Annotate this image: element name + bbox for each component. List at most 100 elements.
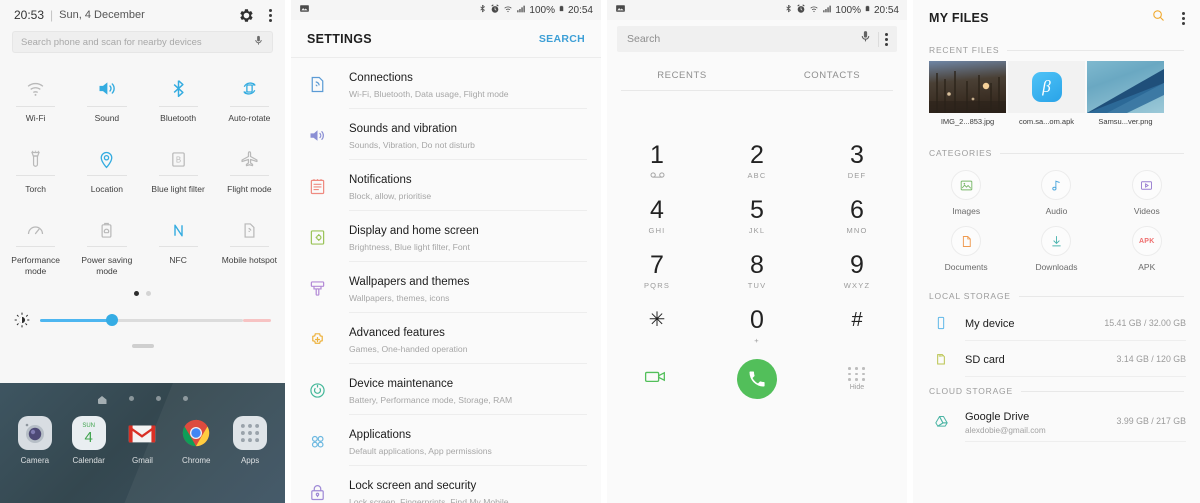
slider-knob[interactable] [105,314,118,326]
microphone-icon[interactable] [859,30,872,48]
recent-file-1[interactable]: β com.sa...om.apk [1008,61,1085,131]
alarm-icon [796,3,806,17]
quick-toggle-flight-mode[interactable]: Flight mode [214,136,285,195]
home-screen: Camera SUN 4 Calendar Gmail Chrome Apps [0,383,285,503]
search-placeholder: Search phone and scan for nearby devices [21,36,202,48]
phone-icon [933,315,955,331]
quick-toggle-grid: Wi-Fi Sound Bluetooth Auto-rotate Torch … [0,67,285,277]
quick-toggle-mobile-hotspot[interactable]: Mobile hotspot [214,207,285,277]
quick-toggle-power-saving-mode[interactable]: Power saving mode [71,207,142,277]
category-documents[interactable]: Documents [921,220,1011,276]
drag-handle[interactable] [131,344,154,348]
quick-toggle-row: Wi-Fi Sound Bluetooth Auto-rotate [0,67,285,124]
documents-icon [951,226,982,256]
quick-toggle-torch[interactable]: Torch [0,136,71,195]
quick-toggle-label: NFC [169,255,187,265]
settings-item-display-and-home-screen[interactable]: Display and home screen Brightness, Blue… [291,211,601,262]
video-call-button[interactable] [607,368,707,390]
key-0[interactable]: 0 + [707,298,807,353]
dialer-search-input[interactable]: Search [617,26,897,52]
dock-item-apps[interactable]: Apps [225,416,275,465]
brightness-slider-row[interactable] [0,312,285,328]
paintbrush-icon [307,274,337,302]
call-button[interactable] [707,359,807,399]
quick-toggle-auto-rotate[interactable]: Auto-rotate [214,67,285,124]
dock-item-chrome[interactable]: Chrome [171,416,221,465]
quick-settings-page-dots[interactable] [0,291,285,296]
brightness-slider[interactable] [40,312,271,328]
storage-item-google-drive[interactable]: Google Drive alexdobie@gmail.com 3.99 GB… [913,400,1200,442]
key-4[interactable]: 4 GHI [607,188,707,243]
bluetooth-icon [168,73,189,103]
category-downloads[interactable]: Downloads [1011,220,1101,276]
category-videos[interactable]: Videos [1102,164,1192,220]
key-hash[interactable]: # [807,298,907,353]
settings-item-notifications[interactable]: Notifications Block, allow, prioritise [291,160,601,211]
settings-panel: 100% 20:54 SETTINGS SEARCH Connections W… [291,0,601,503]
home-page-indicator[interactable] [0,383,285,404]
key-5[interactable]: 5 JKL [707,188,807,243]
recent-file-0[interactable]: IMG_2...853.jpg [929,61,1006,131]
quick-toggle-sound[interactable]: Sound [71,67,142,124]
status-bar: 100% 20:54 [607,0,907,20]
category-audio[interactable]: Audio [1011,164,1101,220]
settings-item-wallpapers-and-themes[interactable]: Wallpapers and themes Wallpapers, themes… [291,262,601,313]
search-input[interactable]: Search phone and scan for nearby devices [12,31,273,53]
category-apk[interactable]: APK APK [1102,220,1192,276]
dock-item-calendar[interactable]: SUN 4 Calendar [64,416,114,465]
storage-value: 3.14 GB / 120 GB [1116,354,1186,364]
key-letters: WXYZ [843,281,871,290]
settings-item-device-maintenance[interactable]: Device maintenance Battery, Performance … [291,364,601,415]
key-star[interactable]: ✳ [607,298,707,353]
performance-gauge-icon [25,215,46,245]
wifi-icon [25,73,46,103]
clock-date: Sun, 4 December [59,9,145,21]
search-button[interactable]: SEARCH [539,33,585,45]
key-3[interactable]: 3 DEF [807,133,907,188]
category-label: Documents [944,262,988,272]
section-label: RECENT FILES [929,45,1000,55]
gear-icon[interactable] [239,8,254,23]
settings-item-sounds-and-vibration[interactable]: Sounds and vibration Sounds, Vibration, … [291,109,601,160]
recent-file-name: Samsu...ver.png [1098,117,1153,126]
key-number: 4 [650,196,664,224]
recent-file-2[interactable]: Samsu...ver.png [1087,61,1164,131]
quick-toggle-bluetooth[interactable]: Bluetooth [143,67,214,124]
hide-keypad-button[interactable]: Hide [807,367,907,391]
key-2[interactable]: 2 ABC [707,133,807,188]
storage-item-my-device[interactable]: My device 15.41 GB / 32.00 GB [913,305,1200,341]
more-vertical-icon[interactable] [882,31,891,48]
key-9[interactable]: 9 WXYZ [807,243,907,298]
alarm-icon [490,3,500,17]
video-call-icon [644,368,670,390]
recent-files-row: IMG_2...853.jpg β com.sa...om.apk Samsu.… [913,59,1200,139]
storage-item-sd-card[interactable]: SD card 3.14 GB / 120 GB [913,341,1200,377]
key-7[interactable]: 7 PQRS [607,243,707,298]
quick-toggle-blue-light-filter[interactable]: B Blue light filter [143,136,214,195]
settings-item-subtitle: Block, allow, prioritise [349,191,432,201]
quick-toggle-performance-mode[interactable]: Performance mode [0,207,71,277]
key-8[interactable]: 8 TUV [707,243,807,298]
category-images[interactable]: Images [921,164,1011,220]
more-vertical-icon[interactable] [1179,10,1188,27]
quick-toggle-wifi[interactable]: Wi-Fi [0,67,71,124]
settings-item-applications[interactable]: Applications Default applications, App p… [291,415,601,466]
tab-recents[interactable]: RECENTS [607,64,757,91]
beta-glyph: β [1031,72,1062,102]
quick-toggle-row: Performance mode Power saving mode NFC M… [0,207,285,277]
quick-toggle-nfc[interactable]: NFC [143,207,214,277]
quick-toggle-location[interactable]: Location [71,136,142,195]
dock-label: Gmail [132,456,153,465]
search-icon[interactable] [1151,8,1166,28]
tab-contacts[interactable]: CONTACTS [757,64,907,91]
key-1[interactable]: 1 [607,133,707,188]
settings-item-advanced-features[interactable]: Advanced features Games, One-handed oper… [291,313,601,364]
key-6[interactable]: 6 MNO [807,188,907,243]
dock-item-camera[interactable]: Camera [10,416,60,465]
more-vertical-icon[interactable] [266,7,275,24]
dock-label: Calendar [72,456,105,465]
settings-item-connections[interactable]: Connections Wi-Fi, Bluetooth, Data usage… [291,58,601,109]
dock-item-gmail[interactable]: Gmail [117,416,167,465]
microphone-icon[interactable] [253,33,264,51]
settings-item-lock-screen-and-security[interactable]: Lock screen and security Lock screen, Fi… [291,466,601,503]
